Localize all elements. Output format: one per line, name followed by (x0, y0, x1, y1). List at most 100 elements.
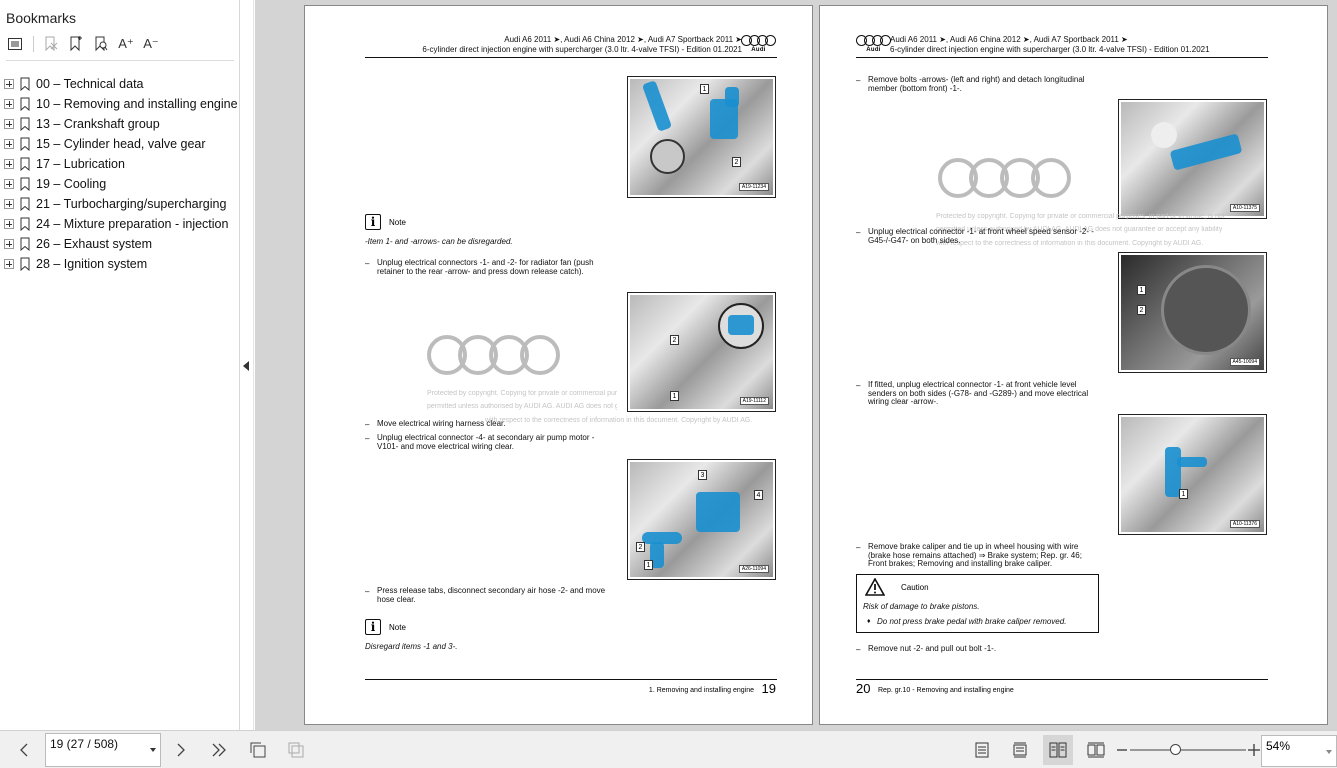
pdf-viewer-window: Bookmarks A⁺ A⁻ 00 – Technical data 10 – … (0, 0, 1337, 768)
chevron-down-icon[interactable] (150, 748, 156, 752)
figure-secondary-air-connector: 2 1 A19-11112 (627, 292, 776, 412)
audi-logo-icon: Audi (741, 35, 776, 53)
figure-vehicle-level-sender: 1 A10-11376 (1118, 414, 1267, 535)
bookmark-item[interactable]: 21 – Turbocharging/supercharging (4, 194, 240, 214)
bookmark-search-icon[interactable] (90, 34, 112, 54)
header-rule (856, 57, 1268, 58)
expand-icon[interactable] (4, 159, 14, 169)
bookmark-icon (20, 157, 30, 171)
expand-icon[interactable] (4, 119, 14, 129)
copyright-watermark: Protected by copyright. Copying for priv… (427, 390, 617, 397)
page-number: 20 (856, 681, 871, 696)
bookmark-label: 10 – Removing and installing engine (36, 97, 238, 111)
bookmark-item[interactable]: 00 – Technical data (4, 74, 240, 94)
facing-continuous-view-icon[interactable] (1081, 735, 1111, 765)
bookmark-item[interactable]: 17 – Lubrication (4, 154, 240, 174)
bookmark-item[interactable]: 13 – Crankshaft group (4, 114, 240, 134)
copy-selection-icon[interactable] (285, 739, 307, 761)
expand-icon[interactable] (4, 139, 14, 149)
bookmark-icon (20, 237, 30, 251)
previous-page-button[interactable] (13, 739, 35, 761)
audi-watermark-icon (427, 335, 560, 375)
zoom-level-field[interactable]: 54% (1261, 735, 1337, 767)
expand-icon[interactable] (4, 199, 14, 209)
bookmark-icon (20, 217, 30, 231)
bookmark-item[interactable]: 10 – Removing and installing engine (4, 94, 240, 114)
figure-code: A45-10094 (1229, 358, 1260, 366)
bookmarks-title: Bookmarks (6, 10, 77, 26)
figure-code: A26-11094 (738, 565, 769, 573)
page-19: Audi A6 2011 ➤, Audi A6 China 2012 ➤, Au… (304, 5, 813, 725)
warning-icon (865, 578, 885, 596)
caution-label: Caution (901, 583, 929, 592)
document-viewport[interactable]: Audi A6 2011 ➤, Audi A6 China 2012 ➤, Au… (255, 0, 1337, 730)
continuous-view-icon[interactable] (1005, 735, 1035, 765)
bookmark-icon (20, 77, 30, 91)
increase-text-size-icon[interactable]: A⁺ (115, 34, 137, 54)
bookmark-item[interactable]: 15 – Cylinder head, valve gear (4, 134, 240, 154)
note-text: Disregard items -1 and 3-. (365, 642, 458, 651)
step-text: Unplug electrical connector -4- at secon… (377, 433, 595, 451)
note-text: -Item 1- and -arrows- can be disregarded… (365, 237, 513, 246)
page-footer: 1. Removing and installing engine (648, 687, 754, 694)
facing-pages-view-icon[interactable] (1043, 735, 1073, 765)
step-text: Remove bolts -arrows- (left and right) a… (868, 75, 1085, 93)
list-options-icon[interactable] (4, 34, 26, 54)
note-label: Note (389, 218, 406, 227)
sidebar-collapse-handle[interactable] (240, 0, 254, 730)
zoom-slider[interactable] (1130, 744, 1246, 755)
chevron-down-icon[interactable] (1326, 750, 1332, 754)
bookmark-label: 26 – Exhaust system (36, 237, 153, 251)
bookmark-label: 28 – Ignition system (36, 257, 148, 271)
copy-page-icon[interactable] (247, 739, 269, 761)
bookmark-item[interactable]: 24 – Mixture preparation - injection (4, 214, 240, 234)
bookmark-remove-icon[interactable] (40, 34, 62, 54)
caution-box: Caution Risk of damage to brake pistons.… (856, 574, 1099, 633)
expand-icon[interactable] (4, 219, 14, 229)
footer-rule (365, 679, 777, 680)
step-text: Unplug electrical connector -1- at front… (868, 227, 1094, 245)
decrease-text-size-icon[interactable]: A⁻ (140, 34, 162, 54)
figure-code: A10-11375 (1229, 204, 1260, 212)
last-page-button[interactable] (208, 739, 230, 761)
expand-icon[interactable] (4, 79, 14, 89)
bookmark-label: 13 – Crankshaft group (36, 117, 160, 131)
next-page-button[interactable] (170, 739, 192, 761)
expand-icon[interactable] (4, 179, 14, 189)
single-page-view-icon[interactable] (967, 735, 997, 765)
page-20: Audi Audi A6 2011 ➤, Audi A6 China 2012 … (819, 5, 1328, 725)
copyright-watermark: permitted unless authorised by AUDI AG. … (427, 403, 617, 410)
bookmark-item[interactable]: 26 – Exhaust system (4, 234, 240, 254)
collapse-arrow-icon[interactable] (243, 361, 249, 371)
figure-code: A10-11376 (1229, 520, 1260, 528)
expand-icon[interactable] (4, 239, 14, 249)
header-models: Audi A6 2011 ➤, Audi A6 China 2012 ➤, Au… (890, 35, 1128, 44)
caution-text: Risk of damage to brake pistons. (863, 602, 980, 611)
navigation-toolbar: 19 (27 / 508) 54% (0, 730, 1337, 768)
bookmark-label: 19 – Cooling (36, 177, 107, 191)
bookmarks-toolbar: A⁺ A⁻ (4, 34, 165, 54)
expand-icon[interactable] (4, 99, 14, 109)
zoom-slider-thumb[interactable] (1170, 744, 1182, 755)
step-text: Move electrical wiring harness clear. (377, 419, 506, 428)
caution-bullet: Do not press brake pedal with brake cali… (877, 617, 1067, 626)
step-text: Press release tabs, disconnect secondary… (377, 586, 606, 604)
bookmark-label: 17 – Lubrication (36, 157, 125, 171)
figure-code: A19-11112 (739, 397, 769, 405)
note-icon: i (365, 214, 381, 230)
bookmark-add-icon[interactable] (65, 34, 87, 54)
step-text: Remove nut -2- and pull out bolt -1-. (868, 644, 997, 653)
bookmark-icon (20, 137, 30, 151)
divider (6, 60, 234, 61)
bookmark-item[interactable]: 19 – Cooling (4, 174, 240, 194)
zoom-level-value: 54% (1266, 739, 1291, 753)
bookmark-item[interactable]: 28 – Ignition system (4, 254, 240, 274)
page-number: 19 (761, 681, 776, 696)
bookmark-label: 00 – Technical data (36, 77, 144, 91)
page-number-field[interactable]: 19 (27 / 508) (45, 733, 161, 767)
footer-rule (856, 679, 1268, 680)
header-rule (365, 57, 777, 58)
bookmark-icon (20, 177, 30, 191)
expand-icon[interactable] (4, 259, 14, 269)
bookmark-icon (20, 117, 30, 131)
